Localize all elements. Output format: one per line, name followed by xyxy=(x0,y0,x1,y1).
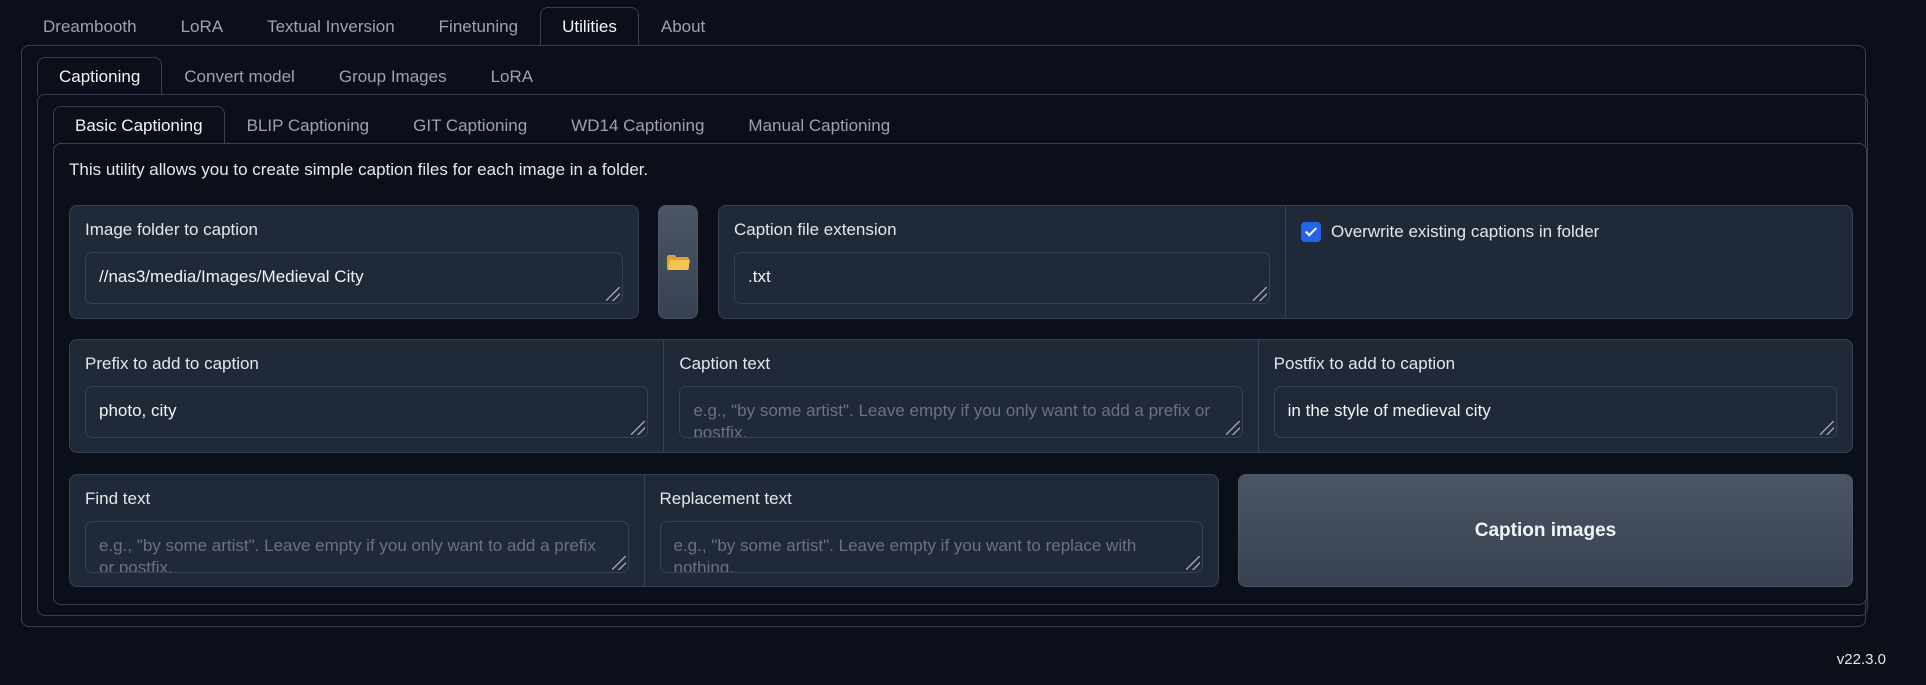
prefix-field: Prefix to add to caption photo, city xyxy=(70,340,665,452)
image-folder-field: Image folder to caption //nas3/media/Ima… xyxy=(70,206,638,318)
image-folder-value: //nas3/media/Images/Medieval City xyxy=(99,267,364,286)
resize-handle-icon[interactable] xyxy=(1186,556,1200,570)
tab-blip-captioning[interactable]: BLIP Captioning xyxy=(225,106,392,144)
postfix-value: in the style of medieval city xyxy=(1287,401,1491,420)
tab-group-images[interactable]: Group Images xyxy=(317,57,469,95)
prefix-value: photo, city xyxy=(99,401,177,420)
resize-handle-icon[interactable] xyxy=(1819,421,1834,435)
overwrite-checkbox[interactable] xyxy=(1301,222,1321,242)
extension-input[interactable]: .txt xyxy=(734,252,1270,304)
overwrite-field: Overwrite existing captions in folder xyxy=(1286,206,1852,318)
version-label: v22.3.0 xyxy=(1836,651,1886,668)
find-text-label: Find text xyxy=(85,489,151,508)
caption-text-field: Caption text e.g., "by some artist". Lea… xyxy=(664,340,1259,452)
folder-browse-button[interactable] xyxy=(658,205,698,319)
replacement-text-input[interactable]: e.g., "by some artist". Leave empty if y… xyxy=(659,521,1203,573)
tab-utilities[interactable]: Utilities xyxy=(540,7,639,45)
tab-manual-captioning[interactable]: Manual Captioning xyxy=(726,106,912,144)
resize-handle-icon[interactable] xyxy=(611,556,626,570)
utility-description: This utility allows you to create simple… xyxy=(69,160,649,179)
prefix-input[interactable]: photo, city xyxy=(85,386,649,438)
find-text-placeholder: e.g., "by some artist". Leave empty if y… xyxy=(99,536,596,573)
extension-value: .txt xyxy=(748,267,771,286)
extension-field: Caption file extension .txt xyxy=(719,206,1286,318)
tab-lora-utility[interactable]: LoRA xyxy=(469,57,556,95)
replacement-text-placeholder: e.g., "by some artist". Leave empty if y… xyxy=(673,536,1137,573)
tab-textual-inversion[interactable]: Textual Inversion xyxy=(245,7,417,45)
main-tabbar: Dreambooth LoRA Textual Inversion Finetu… xyxy=(21,7,727,45)
checkmark-icon xyxy=(1304,224,1318,237)
captioning-tabbar: Basic Captioning BLIP Captioning GIT Cap… xyxy=(53,106,912,144)
postfix-input[interactable]: in the style of medieval city xyxy=(1273,386,1837,438)
find-text-input[interactable]: e.g., "by some artist". Leave empty if y… xyxy=(85,521,629,573)
folder-icon xyxy=(667,254,691,270)
postfix-field: Postfix to add to caption in the style o… xyxy=(1259,340,1852,452)
prefix-caption-postfix-block: Prefix to add to caption photo, city Cap… xyxy=(69,339,1853,453)
tab-convert-model[interactable]: Convert model xyxy=(162,57,317,95)
overwrite-checkbox-row[interactable]: Overwrite existing captions in folder xyxy=(1301,222,1837,242)
image-folder-block: Image folder to caption //nas3/media/Ima… xyxy=(69,205,639,319)
tab-basic-captioning[interactable]: Basic Captioning xyxy=(53,106,225,144)
prefix-label: Prefix to add to caption xyxy=(85,354,259,373)
resize-handle-icon[interactable] xyxy=(1225,421,1240,435)
tab-lora[interactable]: LoRA xyxy=(159,7,246,45)
replacement-text-label: Replacement text xyxy=(659,489,792,508)
overwrite-label: Overwrite existing captions in folder xyxy=(1331,222,1600,241)
tab-finetuning[interactable]: Finetuning xyxy=(417,7,540,45)
utility-tabbar: Captioning Convert model Group Images Lo… xyxy=(37,57,555,95)
caption-text-label: Caption text xyxy=(679,354,771,373)
find-replace-block: Find text e.g., "by some artist". Leave … xyxy=(69,474,1219,587)
caption-text-input[interactable]: e.g., "by some artist". Leave empty if y… xyxy=(679,386,1243,438)
tab-about[interactable]: About xyxy=(639,7,727,45)
extension-overwrite-block: Caption file extension .txt Overwrite ex… xyxy=(718,205,1853,319)
extension-label: Caption file extension xyxy=(734,220,897,239)
resize-handle-icon[interactable] xyxy=(1253,287,1267,301)
image-folder-label: Image folder to caption xyxy=(85,220,258,239)
image-folder-input[interactable]: //nas3/media/Images/Medieval City xyxy=(85,252,623,304)
tab-git-captioning[interactable]: GIT Captioning xyxy=(391,106,549,144)
tab-wd14-captioning[interactable]: WD14 Captioning xyxy=(549,106,726,144)
caption-images-button[interactable]: Caption images xyxy=(1238,474,1853,587)
tab-dreambooth[interactable]: Dreambooth xyxy=(21,7,159,45)
find-text-field: Find text e.g., "by some artist". Leave … xyxy=(70,475,645,586)
postfix-label: Postfix to add to caption xyxy=(1273,354,1456,373)
caption-text-placeholder: e.g., "by some artist". Leave empty if y… xyxy=(693,401,1210,438)
resize-handle-icon[interactable] xyxy=(606,287,620,301)
tab-captioning[interactable]: Captioning xyxy=(37,57,163,95)
resize-handle-icon[interactable] xyxy=(631,421,646,435)
replacement-text-field: Replacement text e.g., "by some artist".… xyxy=(645,475,1219,586)
